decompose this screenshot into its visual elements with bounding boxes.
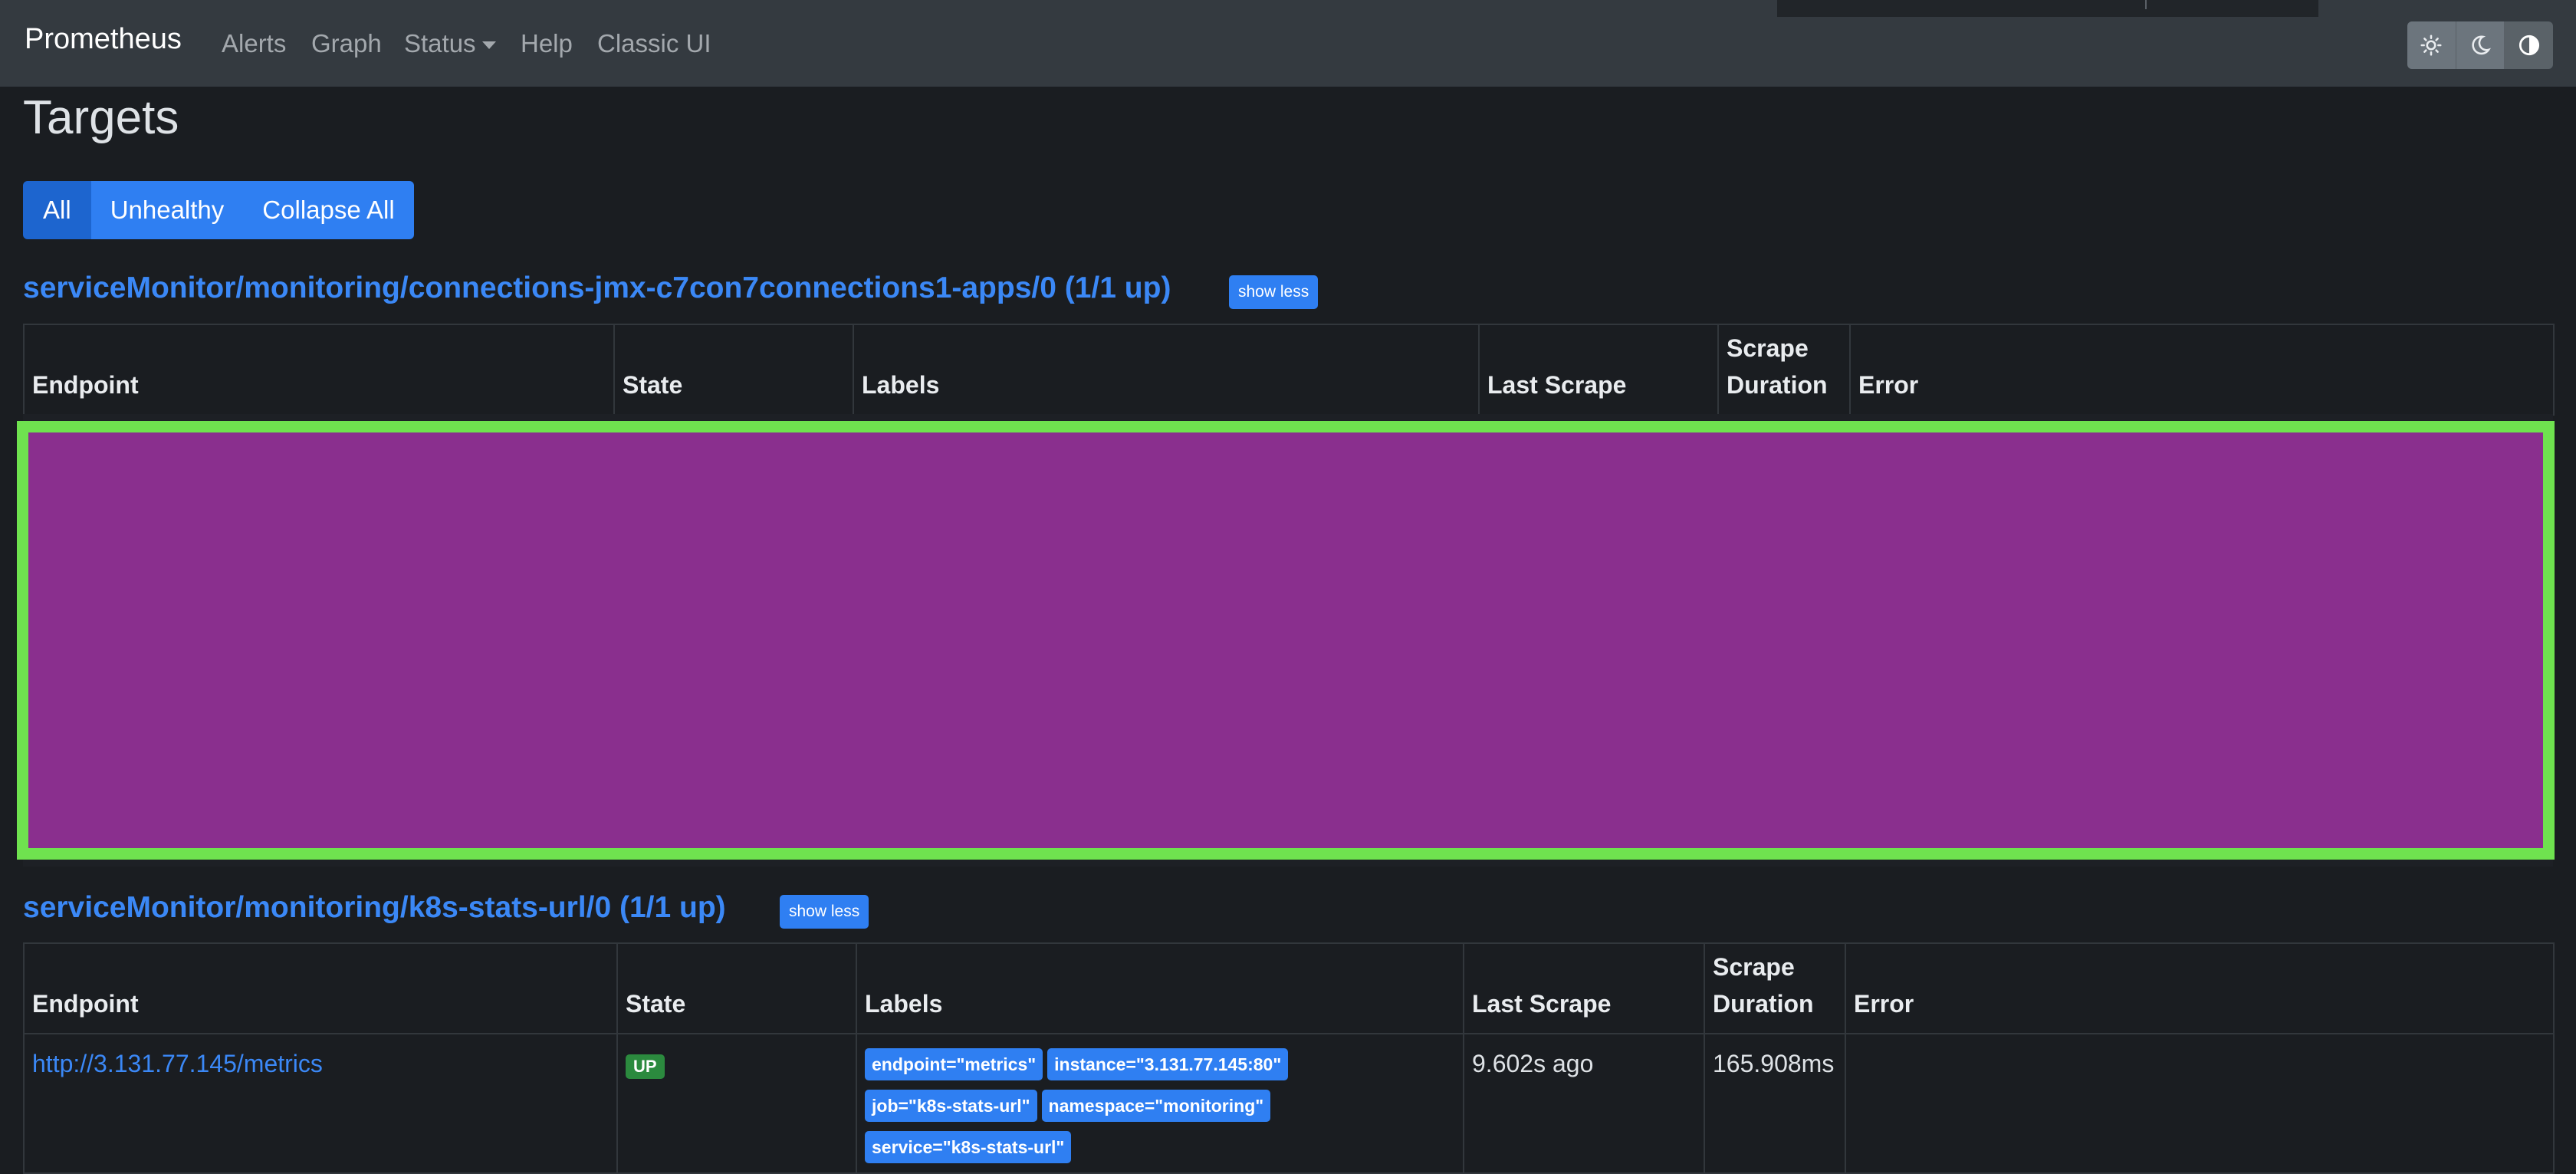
col-last-scrape: Last Scrape: [1478, 324, 1719, 416]
col-error: Error: [1849, 324, 2555, 416]
target-filter-group: All Unhealthy Collapse All: [23, 181, 414, 239]
endpoint-link[interactable]: http://3.131.77.145/metrics: [32, 1050, 323, 1077]
nav-help[interactable]: Help: [521, 29, 573, 58]
error-cell: [1845, 1033, 2555, 1174]
col-error: Error: [1845, 942, 2555, 1034]
table-row: http://3.131.77.145/metrics UP endpoint=…: [23, 1033, 2555, 1174]
theme-light-button[interactable]: [2407, 21, 2456, 69]
navbar: Prometheus Alerts Graph Status Help Clas…: [0, 0, 2576, 87]
sun-icon: [2420, 35, 2442, 56]
col-last-scrape: Last Scrape: [1463, 942, 1705, 1034]
last-scrape-cell: 9.602s ago: [1463, 1033, 1705, 1174]
collapse-all-button[interactable]: Collapse All: [243, 181, 414, 239]
pool-title-link[interactable]: serviceMonitor/monitoring/k8s-stats-url/…: [23, 891, 726, 925]
label-badge: instance="3.131.77.145:80": [1047, 1048, 1289, 1080]
brand-link[interactable]: Prometheus: [25, 23, 182, 56]
state-badge: UP: [626, 1054, 665, 1079]
filter-all-button[interactable]: All: [23, 181, 91, 239]
table-header-row: Endpoint State Labels Last Scrape Scrape…: [23, 942, 2555, 1034]
scrape-duration-cell: 165.908ms: [1704, 1033, 1846, 1174]
endpoint-cell: http://3.131.77.145/metrics: [23, 1033, 618, 1174]
moon-icon: [2472, 35, 2491, 55]
nav-status-dropdown[interactable]: Status: [404, 29, 496, 58]
col-labels: Labels: [856, 942, 1464, 1034]
table-header-row: Endpoint State Labels Last Scrape Scrape…: [23, 324, 2555, 416]
show-less-button[interactable]: show less: [780, 895, 869, 929]
theme-auto-button[interactable]: [2505, 21, 2553, 69]
targets-table: Endpoint State Labels Last Scrape Scrape…: [23, 324, 2555, 416]
label-badge: service="k8s-stats-url": [865, 1131, 1072, 1163]
pool-title-link[interactable]: serviceMonitor/monitoring/connections-jm…: [23, 271, 1171, 305]
filter-unhealthy-button[interactable]: Unhealthy: [90, 181, 244, 239]
label-badge: namespace="monitoring": [1041, 1090, 1271, 1122]
col-state: State: [616, 942, 857, 1034]
label-badge: job="k8s-stats-url": [865, 1090, 1037, 1122]
col-scrape-duration: Scrape Duration: [1717, 324, 1851, 416]
col-endpoint: Endpoint: [23, 324, 615, 416]
caret-down-icon: [481, 41, 496, 50]
nav-alerts[interactable]: Alerts: [222, 29, 286, 58]
col-endpoint: Endpoint: [23, 942, 618, 1034]
theme-toggle-group: [2407, 21, 2553, 69]
label-badge: endpoint="metrics": [865, 1048, 1043, 1080]
col-labels: Labels: [853, 324, 1480, 416]
show-less-button[interactable]: show less: [1229, 275, 1319, 309]
targets-table: Endpoint State Labels Last Scrape Scrape…: [23, 942, 2555, 1174]
nav-classic-ui[interactable]: Classic UI: [597, 29, 711, 58]
col-state: State: [613, 324, 854, 416]
divider: [2145, 0, 2147, 9]
col-scrape-duration: Scrape Duration: [1704, 942, 1846, 1034]
nav-graph[interactable]: Graph: [311, 29, 382, 58]
page-title: Targets: [23, 91, 179, 144]
labels-cell: endpoint="metrics" instance="3.131.77.145…: [856, 1033, 1464, 1174]
redaction-box: [17, 421, 2555, 860]
overlay-strip: [1777, 0, 2318, 17]
theme-dark-button[interactable]: [2456, 21, 2505, 69]
nav-status-label: Status: [404, 29, 476, 58]
contrast-icon: [2518, 35, 2539, 56]
state-cell: UP: [616, 1033, 857, 1174]
